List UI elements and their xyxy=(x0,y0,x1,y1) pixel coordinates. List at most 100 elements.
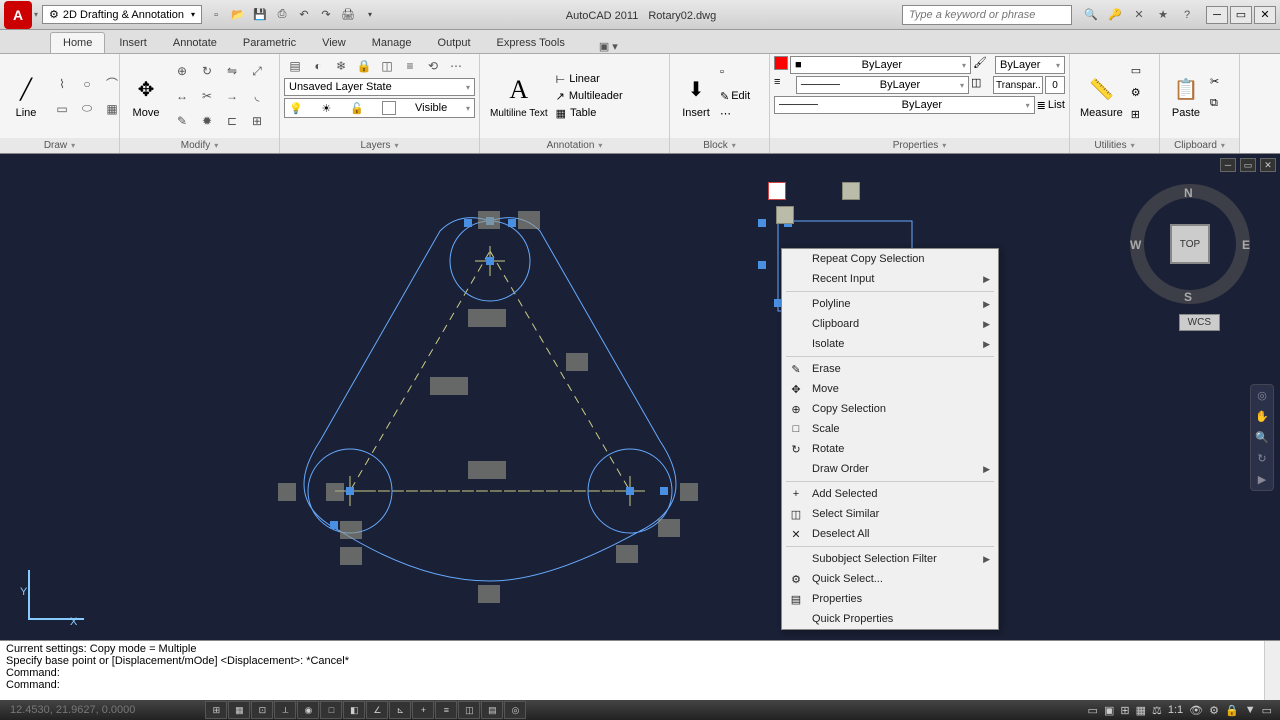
star-icon[interactable]: ★ xyxy=(1154,6,1172,24)
3dosnap-icon[interactable]: ◧ xyxy=(343,701,365,719)
layer-props-icon[interactable]: ▤ xyxy=(284,56,306,76)
wheel-icon[interactable]: ◎ xyxy=(1257,389,1267,402)
ctx-isolate[interactable]: Isolate▶ xyxy=(782,334,998,354)
command-line[interactable]: Current settings: Copy mode = Multiple S… xyxy=(0,640,1280,700)
zoom-icon[interactable]: 🔍 xyxy=(1255,431,1269,444)
constraint-marker[interactable] xyxy=(768,182,786,200)
rotate-icon[interactable]: ↻ xyxy=(195,59,219,83)
layer-combo[interactable]: 💡 ☀ 🔓 Visible xyxy=(284,98,475,118)
transp-input[interactable] xyxy=(993,76,1043,94)
offset-icon[interactable]: ⊏ xyxy=(220,109,244,133)
qp-icon[interactable]: ▤ xyxy=(481,701,503,719)
layer-match-icon[interactable]: ≡ xyxy=(399,56,421,76)
print-icon[interactable]: 🖨 xyxy=(338,5,358,25)
ctx-rotate[interactable]: ↻Rotate xyxy=(782,439,998,459)
tab-express[interactable]: Express Tools xyxy=(485,33,577,53)
polyline-icon[interactable]: ⌇ xyxy=(50,72,74,96)
copy-clip-icon[interactable]: ⧉ xyxy=(1210,97,1230,117)
ctx-select-similar[interactable]: ◫Select Similar xyxy=(782,504,998,524)
ctx-subobject-selection-filter[interactable]: Subobject Selection Filter▶ xyxy=(782,549,998,569)
edit-block-button[interactable]: ✎Edit xyxy=(720,90,750,103)
tpy-icon[interactable]: ◫ xyxy=(458,701,480,719)
viewcube-w[interactable]: W xyxy=(1130,238,1141,252)
transp-icon[interactable]: ◫ xyxy=(971,76,991,94)
stretch-icon[interactable]: ↔ xyxy=(170,84,194,108)
ctx-clipboard[interactable]: Clipboard▶ xyxy=(782,314,998,334)
snap-icon[interactable]: ▦ xyxy=(228,701,250,719)
sc-icon[interactable]: ◎ xyxy=(504,701,526,719)
qvlayout-icon[interactable]: ⊞ xyxy=(1120,704,1129,717)
cut-icon[interactable]: ✂ xyxy=(1210,75,1230,95)
help-icon[interactable]: ? xyxy=(1178,6,1196,24)
erase-icon[interactable]: ✎ xyxy=(170,109,194,133)
extend-icon[interactable]: → xyxy=(220,84,244,108)
line-button[interactable]: ╱ Line xyxy=(4,71,48,121)
scale-icon[interactable]: ⤢ xyxy=(245,59,269,83)
trim-icon[interactable]: ✂ xyxy=(195,84,219,108)
layout-button[interactable]: ▣ xyxy=(1104,704,1114,717)
calc-icon[interactable]: ⊞ xyxy=(1131,108,1151,128)
toolbar-lock-icon[interactable]: 🔒 xyxy=(1225,704,1239,717)
ctx-copy-selection[interactable]: ⊕Copy Selection xyxy=(782,399,998,419)
tab-output[interactable]: Output xyxy=(426,33,483,53)
mleader-button[interactable]: ↗Multileader xyxy=(556,90,623,103)
color-swatch[interactable] xyxy=(774,56,788,70)
panel-modify-title[interactable]: Modify xyxy=(120,138,279,153)
grid-icon[interactable]: ⊡ xyxy=(251,701,273,719)
infer-icon[interactable]: ⊞ xyxy=(205,701,227,719)
explode-icon[interactable]: ✹ xyxy=(195,109,219,133)
osnap-icon[interactable]: □ xyxy=(320,701,342,719)
qvdrawing-icon[interactable]: ▦ xyxy=(1136,704,1146,717)
viewcube-e[interactable]: E xyxy=(1242,238,1250,252)
layer-prev-icon[interactable]: ⟲ xyxy=(422,56,444,76)
layer-lock-icon[interactable]: 🔒 xyxy=(353,56,375,76)
maximize-button[interactable]: ▭ xyxy=(1230,6,1252,24)
create-block-icon[interactable]: ▫ xyxy=(720,66,744,86)
app-menu-icon[interactable]: A xyxy=(4,1,32,29)
measure-button[interactable]: 📏 Measure xyxy=(1074,71,1129,121)
ctx-scale[interactable]: □Scale xyxy=(782,419,998,439)
wcs-badge[interactable]: WCS xyxy=(1179,314,1220,331)
polar-icon[interactable]: ◉ xyxy=(297,701,319,719)
layer-iso-icon[interactable]: ◫ xyxy=(376,56,398,76)
tab-view[interactable]: View xyxy=(310,33,358,53)
close-button[interactable]: ✕ xyxy=(1254,6,1276,24)
copy-icon[interactable]: ⊕ xyxy=(170,59,194,83)
new-icon[interactable]: ▫ xyxy=(206,5,226,25)
fillet-icon[interactable]: ◟ xyxy=(245,84,269,108)
color-combo[interactable]: ■ ByLayer xyxy=(790,56,971,74)
viewcube-n[interactable]: N xyxy=(1184,186,1193,200)
panel-annotation-title[interactable]: Annotation xyxy=(480,138,669,153)
tab-manage[interactable]: Manage xyxy=(360,33,424,53)
ctx-quick-select-[interactable]: ⚙Quick Select... xyxy=(782,569,998,589)
move-button[interactable]: ✥ Move xyxy=(124,71,168,121)
ctx-add-selected[interactable]: +Add Selected xyxy=(782,484,998,504)
mtext-button[interactable]: A Multiline Text xyxy=(484,72,554,121)
viewcube-top[interactable]: TOP xyxy=(1170,224,1210,264)
linear-button[interactable]: ⊢Linear xyxy=(556,73,623,86)
annovis-icon[interactable]: 👁 xyxy=(1189,704,1203,717)
clean-screen-icon[interactable]: ▭ xyxy=(1262,704,1272,717)
ws-switch-icon[interactable]: ⚙ xyxy=(1209,704,1219,717)
ctx-quick-properties[interactable]: Quick Properties xyxy=(782,609,998,629)
ctx-erase[interactable]: ✎Erase xyxy=(782,359,998,379)
table-button[interactable]: ▦Table xyxy=(556,107,623,120)
circle-icon[interactable]: ○ xyxy=(75,72,99,96)
lwt-icon[interactable]: ≡ xyxy=(435,701,457,719)
model-button[interactable]: ▭ xyxy=(1088,704,1098,717)
insert-button[interactable]: ⬇ Insert xyxy=(674,71,718,121)
exchange-icon[interactable]: ✕ xyxy=(1130,6,1148,24)
linetype-icon[interactable]: ≡ xyxy=(774,76,794,94)
ellipse-icon[interactable]: ⬭ xyxy=(75,97,99,121)
paste-button[interactable]: 📋 Paste xyxy=(1164,71,1208,121)
drawing-area[interactable]: ─ ▭ ✕ xyxy=(0,154,1280,668)
dropdown-icon[interactable]: ▾ xyxy=(360,5,380,25)
orbit-icon[interactable]: ↻ xyxy=(1257,452,1266,465)
save-icon[interactable]: 💾 xyxy=(250,5,270,25)
layer-off-icon[interactable]: ◐ xyxy=(307,56,329,76)
ctx-polyline[interactable]: Polyline▶ xyxy=(782,294,998,314)
hardware-icon[interactable]: ▼ xyxy=(1245,704,1256,716)
panel-block-title[interactable]: Block xyxy=(670,138,769,153)
ctx-properties[interactable]: ▤Properties xyxy=(782,589,998,609)
constraint-marker[interactable] xyxy=(776,206,794,224)
